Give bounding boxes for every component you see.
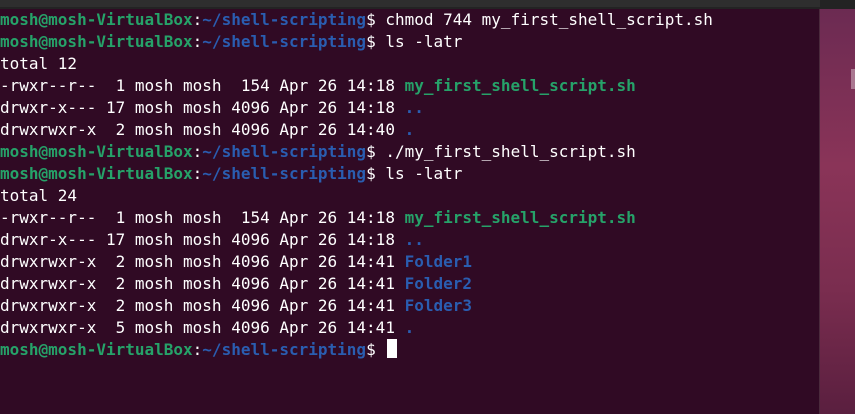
prompt-line: mosh@mosh-VirtualBox:~/shell-scripting$ … xyxy=(0,163,819,185)
prompt-dollar: $ xyxy=(366,340,376,359)
listing-meta: drwxrwxr-x 5 mosh mosh 4096 Apr 26 14:41 xyxy=(0,318,405,337)
terminal-output[interactable]: mosh@mosh-VirtualBox:~/shell-scripting$ … xyxy=(0,9,820,414)
prompt-path: ~/shell-scripting xyxy=(202,32,367,51)
command-text: ls -latr xyxy=(375,32,463,51)
desktop-edge xyxy=(821,9,855,414)
listing-row: -rwxr--r-- 1 mosh mosh 154 Apr 26 14:18 … xyxy=(0,75,819,97)
listing-dir-name: Folder2 xyxy=(404,274,473,293)
listing-row: drwxr-x--- 17 mosh mosh 4096 Apr 26 14:1… xyxy=(0,229,819,251)
listing-meta: drwxrwxr-x 2 mosh mosh 4096 Apr 26 14:41 xyxy=(0,274,405,293)
listing-meta: drwxr-x--- 17 mosh mosh 4096 Apr 26 14:1… xyxy=(0,230,405,249)
listing-dir-name: .. xyxy=(404,98,424,117)
listing-meta: -rwxr--r-- 1 mosh mosh 154 Apr 26 14:18 xyxy=(0,208,405,227)
window-top-bar xyxy=(0,0,855,9)
listing-dir-name: . xyxy=(404,318,415,337)
listing-meta: -rwxr--r-- 1 mosh mosh 154 Apr 26 14:18 xyxy=(0,76,405,95)
listing-meta: drwxrwxr-x 2 mosh mosh 4096 Apr 26 14:41 xyxy=(0,252,405,271)
listing-dir-name: .. xyxy=(404,230,424,249)
prompt-colon: : xyxy=(192,340,203,359)
text-cursor xyxy=(387,339,398,358)
listing-file-name: my_first_shell_script.sh xyxy=(404,76,636,95)
prompt-path: ~/shell-scripting xyxy=(202,10,367,29)
prompt-colon: : xyxy=(192,32,203,51)
prompt-user-host: mosh@mosh-VirtualBox xyxy=(0,142,193,161)
prompt-user-host: mosh@mosh-VirtualBox xyxy=(0,164,193,183)
prompt-dollar: $ xyxy=(366,32,376,51)
output-text: total 12 xyxy=(0,54,78,73)
listing-row: drwxrwxr-x 2 mosh mosh 4096 Apr 26 14:41… xyxy=(0,295,819,317)
prompt-path: ~/shell-scripting xyxy=(202,340,367,359)
prompt-colon: : xyxy=(192,164,203,183)
output-line: total 12 xyxy=(0,53,819,75)
output-line: total 24 xyxy=(0,185,819,207)
listing-row: -rwxr--r-- 1 mosh mosh 154 Apr 26 14:18 … xyxy=(0,207,819,229)
prompt-line: mosh@mosh-VirtualBox:~/shell-scripting$ … xyxy=(0,141,819,163)
prompt-user-host: mosh@mosh-VirtualBox xyxy=(0,32,193,51)
command-text: chmod 744 my_first_shell_script.sh xyxy=(375,10,713,29)
prompt-user-host: mosh@mosh-VirtualBox xyxy=(0,340,193,359)
listing-row: drwxrwxr-x 2 mosh mosh 4096 Apr 26 14:41… xyxy=(0,251,819,273)
prompt-dollar: $ xyxy=(366,142,376,161)
prompt-line: mosh@mosh-VirtualBox:~/shell-scripting$ … xyxy=(0,31,819,53)
listing-meta: drwxrwxr-x 2 mosh mosh 4096 Apr 26 14:40 xyxy=(0,120,405,139)
listing-row: drwxrwxr-x 2 mosh mosh 4096 Apr 26 14:41… xyxy=(0,273,819,295)
top-bar-strip xyxy=(0,0,820,7)
prompt-colon: : xyxy=(192,10,203,29)
desktop-highlight xyxy=(851,69,855,89)
prompt-user-host: mosh@mosh-VirtualBox xyxy=(0,10,193,29)
listing-dir-name: . xyxy=(404,120,415,139)
prompt-path: ~/shell-scripting xyxy=(202,164,367,183)
listing-dir-name: Folder1 xyxy=(404,252,473,271)
listing-meta: drwxrwxr-x 2 mosh mosh 4096 Apr 26 14:41 xyxy=(0,296,405,315)
prompt-line: mosh@mosh-VirtualBox:~/shell-scripting$ xyxy=(0,339,819,361)
listing-meta: drwxr-x--- 17 mosh mosh 4096 Apr 26 14:1… xyxy=(0,98,405,117)
listing-row: drwxrwxr-x 5 mosh mosh 4096 Apr 26 14:41… xyxy=(0,317,819,339)
prompt-line: mosh@mosh-VirtualBox:~/shell-scripting$ … xyxy=(0,9,819,31)
prompt-dollar: $ xyxy=(366,10,376,29)
output-text: total 24 xyxy=(0,186,78,205)
listing-row: drwxr-x--- 17 mosh mosh 4096 Apr 26 14:1… xyxy=(0,97,819,119)
command-text: ./my_first_shell_script.sh xyxy=(375,142,636,161)
command-text: ls -latr xyxy=(375,164,463,183)
prompt-dollar: $ xyxy=(366,164,376,183)
listing-row: drwxrwxr-x 2 mosh mosh 4096 Apr 26 14:40… xyxy=(0,119,819,141)
command-text xyxy=(376,340,386,359)
prompt-colon: : xyxy=(192,142,203,161)
listing-file-name: my_first_shell_script.sh xyxy=(404,208,636,227)
prompt-path: ~/shell-scripting xyxy=(202,142,367,161)
listing-dir-name: Folder3 xyxy=(404,296,473,315)
